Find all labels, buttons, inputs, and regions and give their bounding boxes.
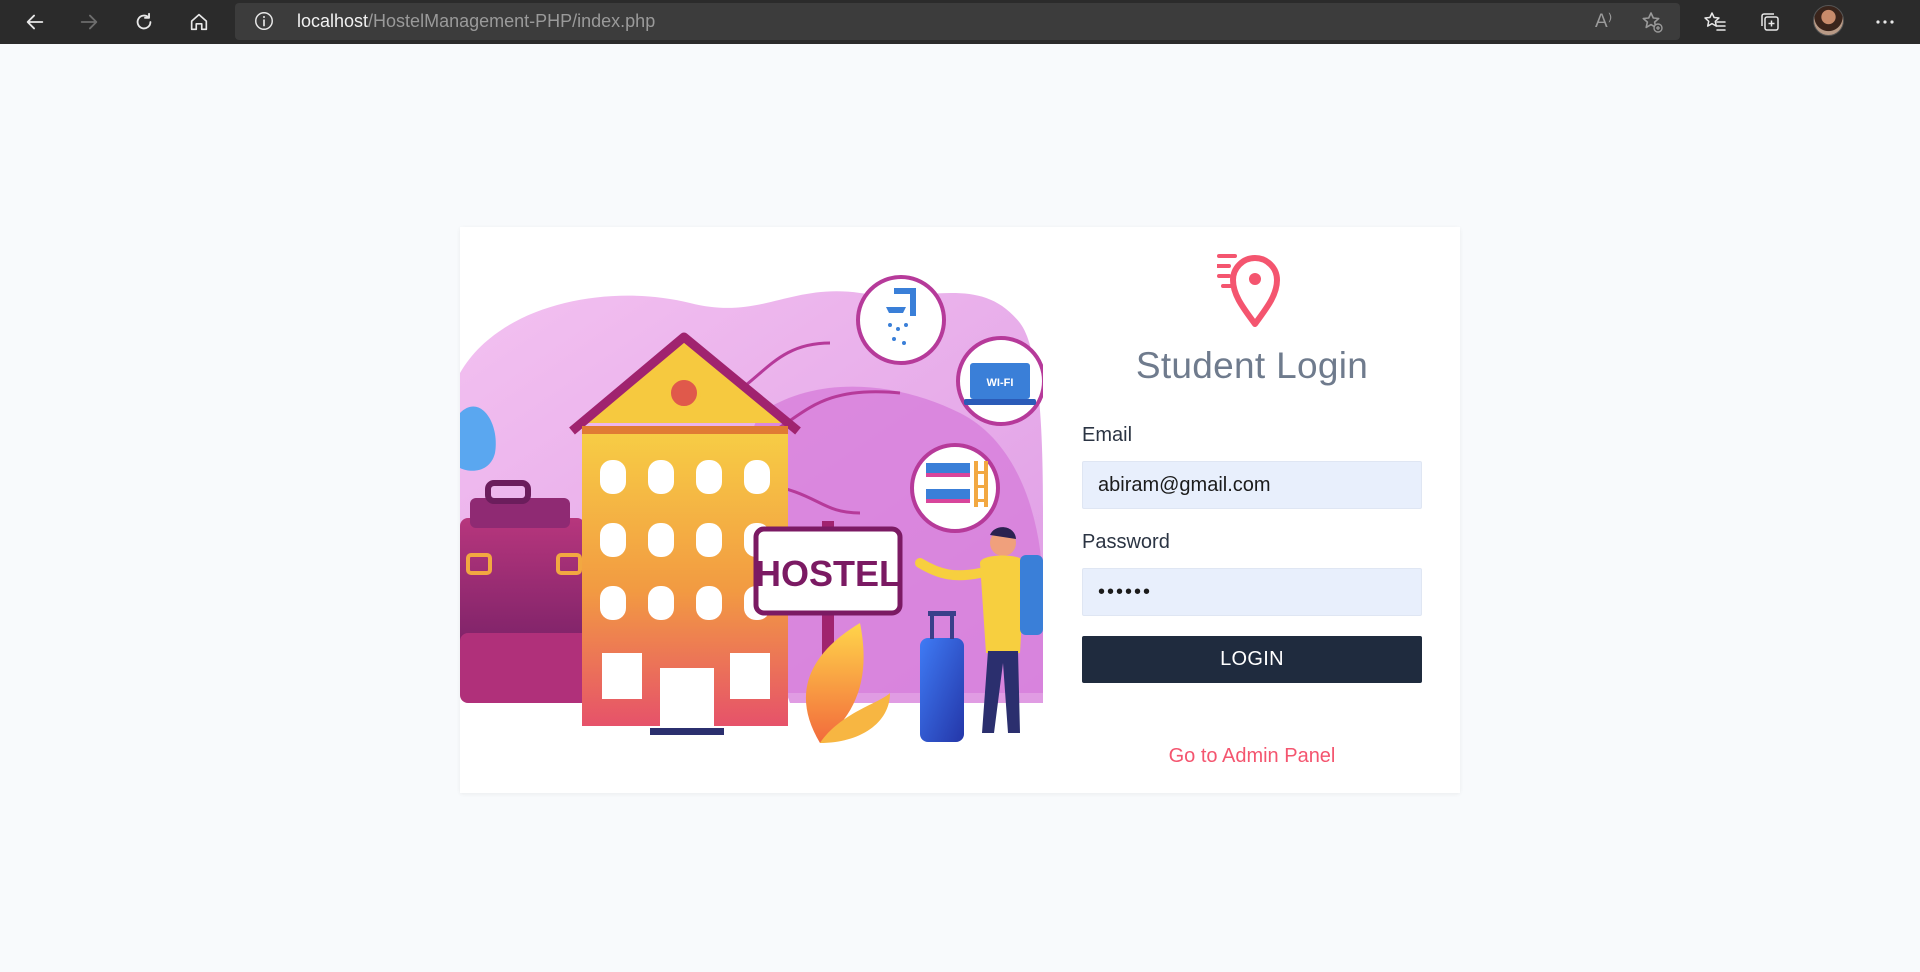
login-form: Student Login Email abiram@gmail.com Pas… [1082,227,1422,793]
location-pin-icon [1217,254,1280,327]
email-field[interactable]: abiram@gmail.com [1082,461,1422,509]
forward-arrow-icon[interactable] [73,6,105,38]
password-label: Password [1082,531,1170,553]
home-icon[interactable] [183,6,215,38]
url-host: localhost [297,11,369,31]
browser-toolbar: localhost/HostelManagement-PHP/index.php… [0,0,1920,44]
add-favorite-icon[interactable] [1640,10,1664,34]
password-field[interactable]: •••••• [1082,568,1422,616]
favorites-icon[interactable] [1701,8,1729,36]
address-bar[interactable]: localhost/HostelManagement-PHP/index.php… [235,3,1680,40]
profile-avatar[interactable] [1813,5,1844,36]
info-icon[interactable] [253,10,275,32]
url-path: /HostelManagement-PHP/index.php [368,11,656,31]
page-title: Student Login [1135,345,1369,386]
read-aloud-icon[interactable]: A⁾ [1595,10,1621,34]
back-arrow-icon[interactable] [19,6,51,38]
email-label: Email [1082,424,1133,446]
hostel-sign-text: HOSTEL [755,553,901,594]
login-card: HOSTEL WI-FI Student Login Email abiram@… [460,227,1460,793]
hostel-illustration: HOSTEL WI-FI [460,275,1043,743]
url-text[interactable]: localhost/HostelManagement-PHP/index.php [297,11,655,32]
wifi-text: WI-FI [987,377,1014,389]
more-menu-icon[interactable] [1871,8,1899,36]
collections-icon[interactable] [1756,8,1784,36]
admin-panel-link[interactable]: Go to Admin Panel [1082,745,1422,768]
refresh-icon[interactable] [128,6,160,38]
login-button[interactable]: LOGIN [1082,636,1422,683]
